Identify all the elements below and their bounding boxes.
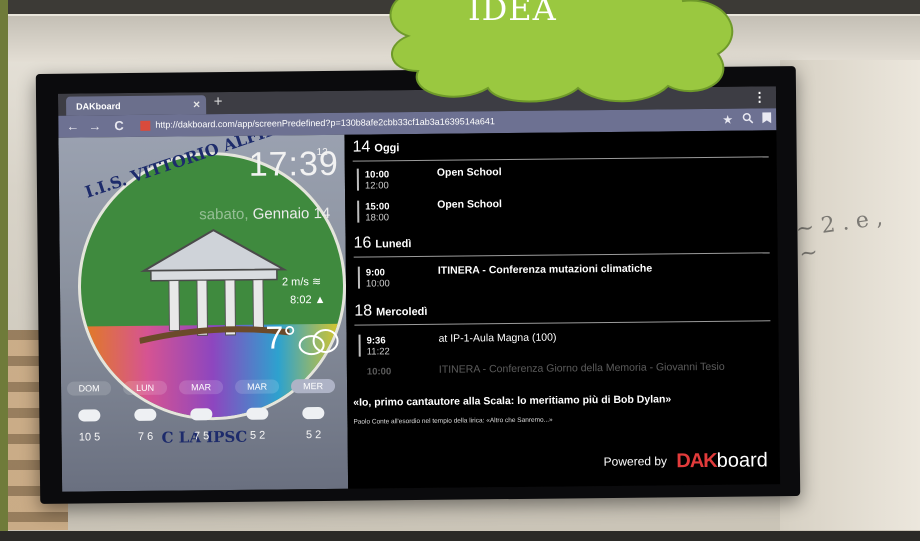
event-marker: [358, 334, 361, 357]
forecast-day: MAR 5 2: [234, 379, 280, 442]
menu-icon[interactable]: ⋮: [753, 89, 766, 105]
photo-frame-bottom: [0, 531, 920, 541]
event-marker: [357, 266, 361, 289]
cloud-icon: [134, 408, 157, 421]
forecast-temps: 5 2: [249, 429, 266, 442]
calendar-day-header: 18 Mercoledì: [354, 302, 427, 321]
day-name: Mercoledì: [376, 305, 428, 319]
day-name: Lunedì: [375, 238, 412, 251]
wind-speed: 2 m/s ≋: [282, 275, 321, 288]
event-title: at IP-1-Aula Magna (100): [438, 331, 557, 345]
cloud-icon: [302, 406, 325, 420]
date-weekday: sabato,: [199, 205, 249, 224]
event-time: 9:00 10:00: [366, 267, 390, 289]
powered-by-label: Powered by: [603, 454, 668, 469]
browser-tab[interactable]: DAKboard ×: [66, 95, 207, 116]
forecast-temps: 5 2: [305, 429, 322, 442]
divider: [353, 252, 770, 258]
news-headline: «Io, primo cantautore alla Scala: lo mer…: [353, 393, 672, 409]
event-end: 12:00: [364, 180, 389, 192]
forecast-day-label: MAR: [178, 380, 224, 395]
powered-by: Powered by DAKboard: [604, 449, 768, 474]
day-name: Oggi: [374, 142, 400, 155]
event-time: 10:00: [367, 366, 391, 377]
day-number: 16: [353, 234, 372, 252]
day-number: 18: [354, 302, 373, 320]
favicon-icon: [140, 120, 151, 131]
event-title: ITINERA - Conferenza Giorno della Memori…: [438, 360, 725, 376]
event-end: 18:00: [365, 212, 390, 224]
cloud-icon: [190, 408, 213, 421]
forecast-day: MAR 7 5: [178, 380, 224, 443]
forecast-day-label: DOM: [66, 381, 112, 396]
forecast-day-label: MER: [290, 378, 336, 394]
divider: [354, 320, 771, 326]
clock-weather-panel: I.I.S. VITTORIO ALFIERI ASTI C LA IPSC 1…: [58, 134, 349, 492]
url-field[interactable]: http://dakboard.com/app/screenPredefined…: [155, 116, 495, 130]
forecast-strip: DOM 10 5 LUN 7 6 MAR 7 5 MAR 5 2 MER 5 2: [61, 378, 348, 492]
sunset-time: 8:02 ▲: [290, 294, 325, 306]
event-start: 10:00: [366, 366, 392, 378]
sunset-icon: ▲: [314, 293, 326, 307]
tv-display: DAKboard × + ⋮ ← → C http://dakboard.com…: [35, 66, 801, 504]
calendar-day-header: 16 Lunedì: [353, 234, 411, 253]
logo-dak: DAK: [676, 449, 717, 473]
event-time: 15:00 18:00: [365, 201, 390, 223]
new-tab-button[interactable]: +: [210, 93, 226, 110]
wind-value: 2 m/s: [281, 276, 309, 289]
event-title: ITINERA - Conferenza mutazioni climatich…: [437, 262, 653, 277]
forecast-temps: 7 6: [137, 430, 154, 443]
current-temperature: 7°: [265, 319, 297, 356]
tv-screen: DAKboard × + ⋮ ← → C http://dakboard.com…: [57, 86, 781, 492]
clock-date: sabato, Gennaio 14: [199, 205, 330, 223]
calendar-day-header: 14 Oggi: [352, 138, 399, 156]
back-icon[interactable]: ←: [66, 119, 79, 134]
event-start: 9:36: [366, 335, 386, 347]
forecast-day-label: MAR: [234, 379, 280, 394]
forecast-day: MER 5 2: [290, 378, 336, 442]
close-icon[interactable]: ×: [193, 97, 200, 111]
forecast-day: DOM 10 5: [66, 381, 112, 444]
event-time: 10:00 12:00: [365, 169, 390, 191]
photo-frame-left: [0, 0, 8, 541]
event-marker: [356, 168, 360, 191]
dakboard-logo: DAKboard: [676, 449, 768, 473]
search-icon[interactable]: [742, 112, 754, 126]
event-end: 10:00: [365, 278, 390, 290]
reload-icon[interactable]: C: [114, 118, 124, 133]
forecast-day: LUN 7 6: [122, 380, 168, 443]
idea-cloud-callout: [389, 0, 734, 103]
event-title: Open School: [436, 166, 502, 179]
sunset-value: 8:02: [290, 294, 312, 307]
forecast-day-label: LUN: [122, 380, 168, 396]
idea-label: IDEA: [468, 0, 557, 28]
event-time: 9:36 11:22: [367, 335, 390, 357]
clock-seconds: 12: [316, 146, 328, 159]
wind-icon: ≋: [311, 276, 322, 289]
divider: [352, 156, 769, 162]
event-marker: [357, 200, 360, 223]
event-start: 15:00: [365, 201, 390, 213]
event-end: 11:22: [366, 346, 390, 358]
forecast-temps: 7 5: [193, 430, 210, 443]
date-day: Gennaio 14: [252, 204, 331, 223]
star-icon[interactable]: ★: [722, 113, 733, 127]
logo-board: board: [716, 449, 768, 472]
calendar-panel: 14 Oggi 10:00 12:00 Open School 15:00 18:…: [344, 130, 781, 489]
news-subline: Paolo Conte all'esordio nel tempio della…: [353, 416, 553, 426]
event-start: 9:00: [365, 267, 385, 279]
cloud-icon: [246, 407, 269, 420]
day-number: 14: [352, 138, 371, 156]
event-start: 10:00: [364, 169, 390, 181]
cloud-icon: [78, 409, 101, 422]
forecast-temps: 10 5: [78, 431, 101, 444]
bookmark-icon[interactable]: [762, 112, 772, 126]
tab-title: DAKboard: [76, 101, 121, 112]
forward-icon[interactable]: →: [88, 118, 101, 133]
cloud-icon: [298, 328, 339, 356]
event-title: Open School: [437, 198, 502, 211]
